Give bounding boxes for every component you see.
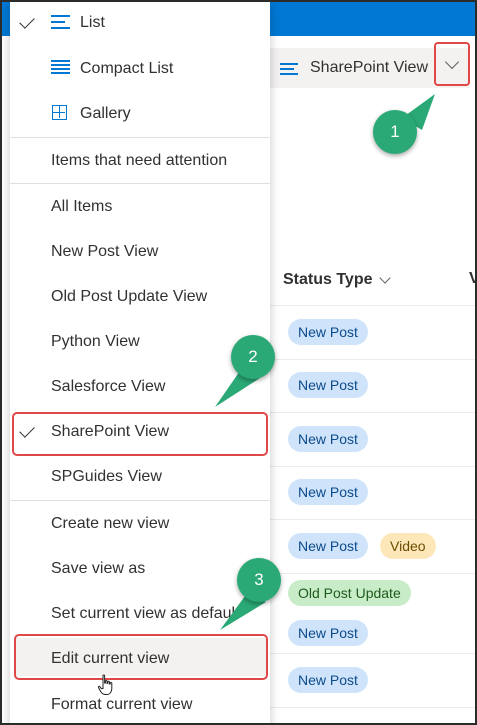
- column-header-label: Status Type: [283, 271, 373, 288]
- status-tag: New Post: [288, 479, 368, 505]
- row-divider: [270, 305, 475, 306]
- row-divider: [270, 359, 475, 360]
- status-tag: New Post: [288, 667, 368, 693]
- menu-item-list[interactable]: List: [10, 2, 270, 45]
- menu-item-label: List: [80, 13, 105, 31]
- menu-item-old-post-update-view[interactable]: Old Post Update View: [10, 274, 270, 319]
- callout-badge-3: 3: [237, 558, 281, 602]
- status-tag: New Post: [288, 426, 368, 452]
- column-header-status-type[interactable]: Status Type: [270, 260, 391, 300]
- menu-item-label: SPGuides View: [51, 467, 162, 485]
- callout-badge-2: 2: [231, 335, 275, 379]
- row-divider: [270, 573, 475, 574]
- row-divider: [270, 466, 475, 467]
- menu-item-label: New Post View: [51, 242, 159, 260]
- chevron-down-icon: [444, 54, 460, 69]
- compact-list-icon: [51, 60, 71, 76]
- view-switcher-dropdown-button[interactable]: [434, 42, 470, 86]
- menu-item-items-need-attention[interactable]: Items that need attention: [10, 138, 270, 183]
- menu-item-format-current-view[interactable]: Format current view: [10, 682, 270, 723]
- checkmark-icon: [19, 13, 35, 29]
- chevron-down-icon: [378, 272, 391, 284]
- menu-item-label: Items that need attention: [51, 151, 228, 169]
- callout-number: 1: [390, 122, 400, 141]
- row-divider: [270, 653, 475, 654]
- list-icon: [280, 61, 302, 75]
- menu-item-save-view-as[interactable]: Save view as: [10, 546, 270, 591]
- status-tag: New Post: [288, 533, 368, 559]
- row-divider: [270, 707, 475, 708]
- highlight-box-edit-current-view: [14, 634, 268, 680]
- menu-item-spguides-view[interactable]: SPGuides View: [10, 454, 270, 499]
- hand-cursor-icon: [97, 674, 113, 695]
- status-tag: Video: [380, 533, 436, 559]
- highlight-box-sharepoint-view: [12, 412, 268, 456]
- menu-item-gallery[interactable]: Gallery: [10, 91, 270, 136]
- status-tag: New Post: [288, 319, 368, 345]
- menu-item-label: Python View: [51, 332, 140, 350]
- row-divider: [270, 519, 475, 520]
- callout-number: 3: [254, 570, 264, 589]
- menu-item-label: Compact List: [80, 59, 174, 77]
- menu-item-label: Format current view: [51, 695, 193, 713]
- menu-item-new-post-view[interactable]: New Post View: [10, 229, 270, 274]
- menu-item-compact-list[interactable]: Compact List: [10, 46, 270, 91]
- menu-item-label: Set current view as default: [51, 604, 240, 622]
- menu-item-label: Old Post Update View: [51, 287, 208, 305]
- row-divider: [270, 412, 475, 413]
- menu-item-set-default-view[interactable]: Set current view as default: [10, 591, 270, 636]
- status-tag: Old Post Update: [288, 580, 411, 606]
- menu-item-label: Create new view: [51, 514, 170, 532]
- callout-badge-1: 1: [373, 110, 417, 154]
- status-tag: New Post: [288, 372, 368, 398]
- callout-number: 2: [248, 347, 258, 366]
- menu-item-all-items[interactable]: All Items: [10, 184, 270, 229]
- screenshot-frame: SharePoint View Status Type V New Post N…: [0, 0, 477, 725]
- menu-item-label: All Items: [51, 197, 113, 215]
- menu-item-salesforce-view[interactable]: Salesforce View: [10, 364, 270, 409]
- menu-item-label: Gallery: [80, 104, 131, 122]
- view-switcher-label: SharePoint View: [310, 59, 428, 76]
- menu-item-create-new-view[interactable]: Create new view: [10, 501, 270, 546]
- status-tag: New Post: [288, 620, 368, 646]
- menu-item-label: Salesforce View: [51, 377, 166, 395]
- next-column-header[interactable]: V: [469, 270, 475, 288]
- menu-item-label: Save view as: [51, 559, 146, 577]
- list-icon: [51, 15, 71, 31]
- gallery-icon: [52, 105, 67, 120]
